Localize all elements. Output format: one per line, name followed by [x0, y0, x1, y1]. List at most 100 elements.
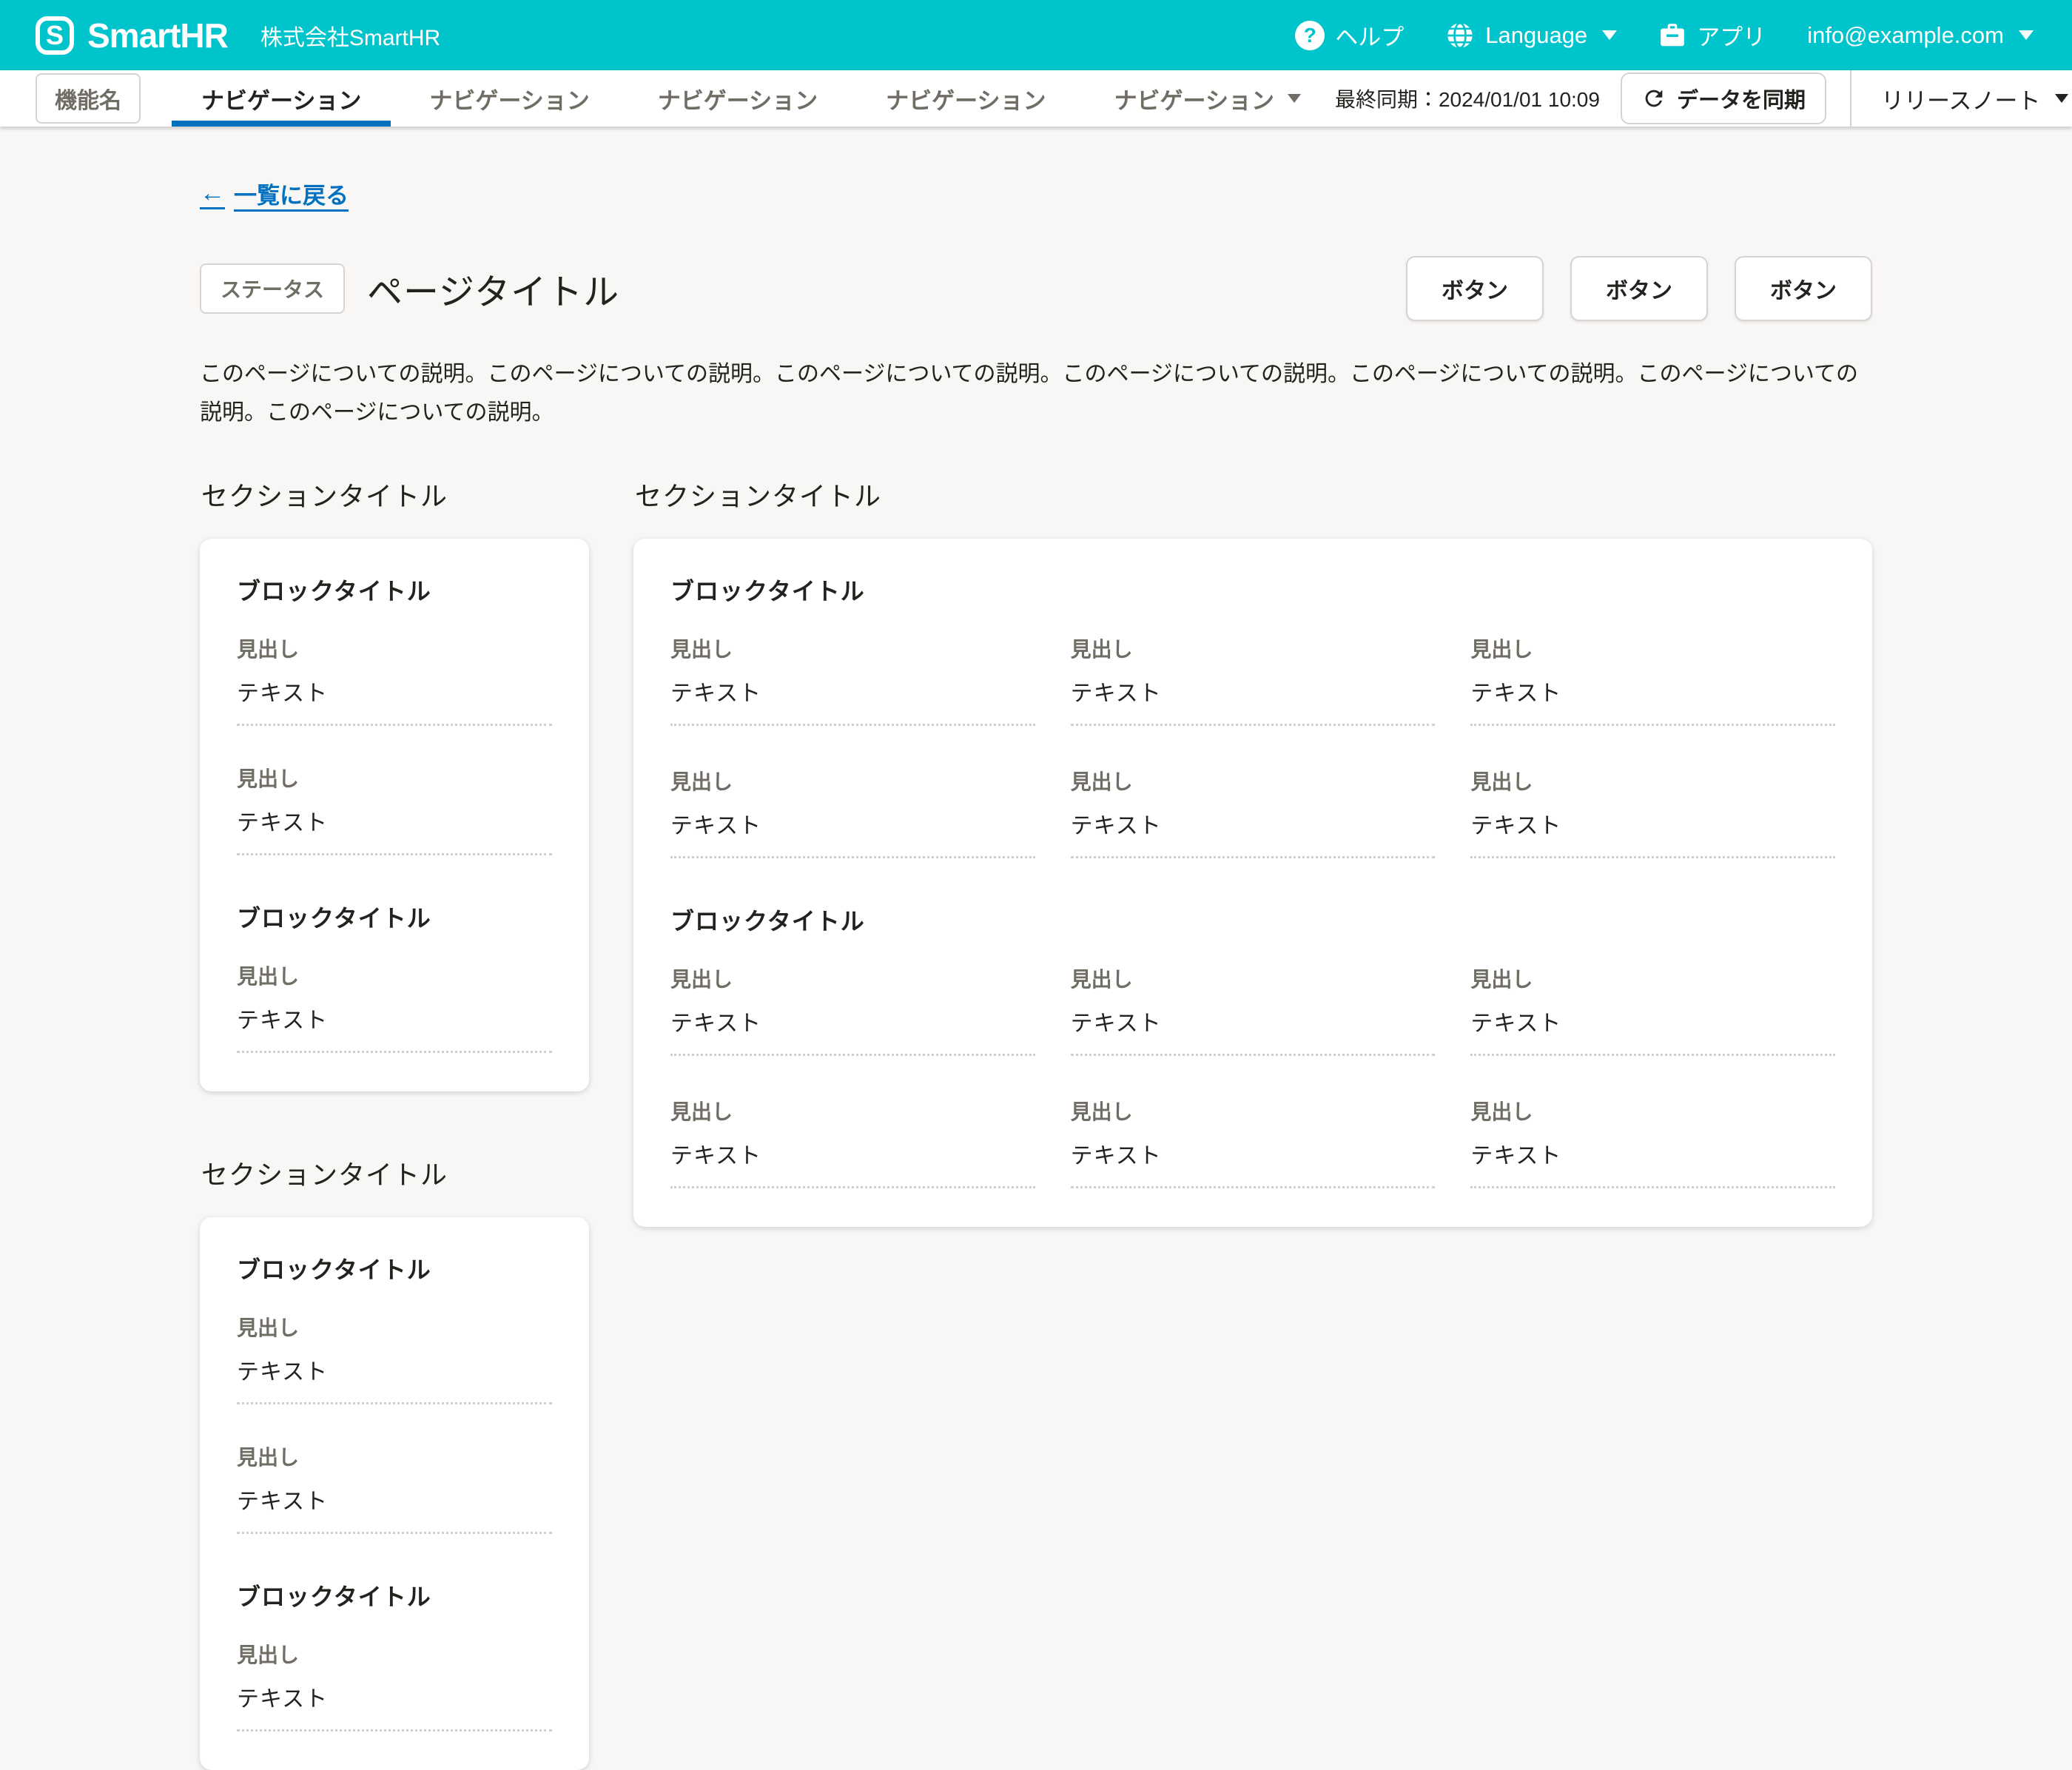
app-header: S SmartHR 株式会社SmartHR ? ヘルプ Language [0, 0, 2072, 70]
block: ブロックタイトル見出しテキスト見出しテキスト見出しテキスト見出しテキスト見出しテ… [670, 903, 1835, 1188]
left-column: セクションタイトルブロックタイトル見出しテキスト見出しテキストブロックタイトル見… [200, 475, 589, 1770]
definition-item: 見出しテキスト [237, 1441, 552, 1534]
section-title: セクションタイトル [635, 475, 1872, 514]
language-label: Language [1485, 22, 1587, 49]
status-badge: ステータス [200, 263, 345, 314]
definition-item: 見出しテキスト [1470, 963, 1835, 1056]
definition-term: 見出し [1470, 963, 1835, 993]
definition-description: テキスト [1470, 1005, 1835, 1037]
definition-term: 見出し [237, 1312, 552, 1342]
definition-item: 見出しテキスト [1071, 1096, 1436, 1188]
nav-item-2[interactable]: ナビゲーション [395, 70, 623, 127]
definition-term: 見出し [670, 633, 1035, 663]
nav-items: ナビゲーション ナビゲーション ナビゲーション ナビゲーション ナビゲーション [167, 70, 1335, 127]
block-title: ブロックタイトル [237, 573, 552, 607]
definition-description: テキスト [1470, 1137, 1835, 1170]
company-name: 株式会社SmartHR [260, 19, 440, 52]
definition-item: 見出しテキスト [237, 960, 552, 1053]
refresh-icon [1641, 86, 1666, 111]
account-email: info@example.com [1807, 22, 2004, 49]
definition-term: 見出し [237, 1639, 552, 1669]
block-title: ブロックタイトル [237, 1251, 552, 1285]
section-1: セクションタイトルブロックタイトル見出しテキスト見出しテキストブロックタイトル見… [200, 475, 589, 1091]
block-title: ブロックタイトル [670, 903, 1835, 937]
last-sync-label: 最終同期：2024/01/01 10:09 [1335, 84, 1600, 113]
definition-term: 見出し [237, 960, 552, 990]
release-notes-menu-button[interactable]: リリースノート [1851, 82, 2072, 115]
definition-description: テキスト [237, 1680, 552, 1713]
section-card: ブロックタイトル見出しテキスト見出しテキストブロックタイトル見出しテキスト [200, 1217, 589, 1770]
nav-item-label: ナビゲーション [658, 82, 818, 115]
apps-menu-button[interactable]: アプリ [1658, 18, 1766, 52]
definition-description: テキスト [670, 1137, 1035, 1170]
appbar-actions: ? ヘルプ Language アプリ [1295, 18, 2034, 52]
definition-item: 見出しテキスト [670, 963, 1035, 1056]
definition-term: 見出し [1470, 766, 1835, 795]
block: ブロックタイトル見出しテキスト [237, 900, 552, 1053]
definition-description: テキスト [670, 1005, 1035, 1037]
definition-term: 見出し [1071, 1096, 1436, 1125]
definition-description: テキスト [1071, 807, 1436, 840]
release-notes-label: リリースノート [1881, 82, 2040, 115]
definition-term: 見出し [237, 633, 552, 663]
section-card: ブロックタイトル見出しテキスト見出しテキスト見出しテキスト見出しテキスト見出しテ… [633, 539, 1872, 1227]
right-column: セクションタイトルブロックタイトル見出しテキスト見出しテキスト見出しテキスト見出… [633, 475, 1872, 1227]
page-action-button-2[interactable]: ボタン [1570, 256, 1708, 321]
definition-item: 見出しテキスト [237, 1639, 552, 1732]
definition-item: 見出しテキスト [1470, 633, 1835, 726]
language-menu-button[interactable]: Language [1445, 21, 1617, 50]
definition-description: テキスト [1071, 675, 1436, 707]
definition-item: 見出しテキスト [670, 1096, 1035, 1188]
definition-description: テキスト [237, 1353, 552, 1386]
feature-name-badge: 機能名 [36, 73, 141, 124]
nav-item-3[interactable]: ナビゲーション [624, 70, 852, 127]
block-title: ブロックタイトル [237, 900, 552, 934]
nav-item-1[interactable]: ナビゲーション [167, 70, 395, 127]
content-columns: セクションタイトルブロックタイトル見出しテキスト見出しテキストブロックタイトル見… [200, 475, 1872, 1770]
sync-data-label: データを同期 [1677, 83, 1806, 114]
definition-item: 見出しテキスト [237, 1312, 552, 1404]
chevron-down-icon [2019, 30, 2034, 40]
nav-right: 最終同期：2024/01/01 10:09 データを同期 リリースノート [1335, 70, 2072, 127]
definition-item: 見出しテキスト [1071, 766, 1436, 858]
nav-item-5[interactable]: ナビゲーション [1080, 70, 1335, 127]
nav-item-label: ナビゲーション [201, 82, 361, 115]
page-action-button-3[interactable]: ボタン [1735, 256, 1872, 321]
chevron-down-icon [2055, 94, 2068, 103]
page-action-button-1[interactable]: ボタン [1406, 256, 1544, 321]
account-menu-button[interactable]: info@example.com [1807, 22, 2034, 49]
definition-description: テキスト [237, 1002, 552, 1034]
definition-description: テキスト [1071, 1005, 1436, 1037]
definition-description: テキスト [1470, 807, 1835, 840]
definition-term: 見出し [237, 1441, 552, 1471]
chevron-down-icon [1602, 30, 1617, 40]
nav-item-4[interactable]: ナビゲーション [852, 70, 1080, 127]
block: ブロックタイトル見出しテキスト見出しテキスト [237, 573, 552, 855]
definition-list: 見出しテキスト見出しテキスト [237, 1312, 552, 1534]
block-title: ブロックタイトル [670, 573, 1835, 607]
definition-item: 見出しテキスト [1470, 766, 1835, 858]
definition-list: 見出しテキスト見出しテキスト [237, 633, 552, 855]
definition-term: 見出し [237, 763, 552, 793]
section-title: セクションタイトル [201, 475, 589, 514]
page-header-row: ステータス ページタイトル ボタンボタンボタン [200, 256, 1872, 321]
smarthr-logo[interactable]: S SmartHR [36, 16, 228, 55]
help-icon: ? [1295, 21, 1325, 50]
help-button[interactable]: ? ヘルプ [1295, 18, 1404, 52]
definition-description: テキスト [237, 804, 552, 837]
briefcase-icon [1658, 21, 1686, 50]
section-title: セクションタイトル [201, 1154, 589, 1192]
definition-term: 見出し [1470, 633, 1835, 663]
sync-data-button[interactable]: データを同期 [1621, 73, 1826, 124]
block: ブロックタイトル見出しテキスト見出しテキスト [237, 1251, 552, 1534]
definition-item: 見出しテキスト [1071, 963, 1436, 1056]
definition-term: 見出し [1071, 766, 1436, 795]
block: ブロックタイトル見出しテキスト [237, 1578, 552, 1732]
definition-description: テキスト [1071, 1137, 1436, 1170]
back-to-list-link[interactable]: ← 一覧に戻る [200, 177, 349, 210]
definition-term: 見出し [670, 1096, 1035, 1125]
definition-term: 見出し [1071, 633, 1436, 663]
nav-item-label: ナビゲーション [886, 82, 1046, 115]
definition-description: テキスト [670, 675, 1035, 707]
definition-list: 見出しテキスト見出しテキスト見出しテキスト見出しテキスト見出しテキスト見出しテキ… [670, 633, 1835, 858]
